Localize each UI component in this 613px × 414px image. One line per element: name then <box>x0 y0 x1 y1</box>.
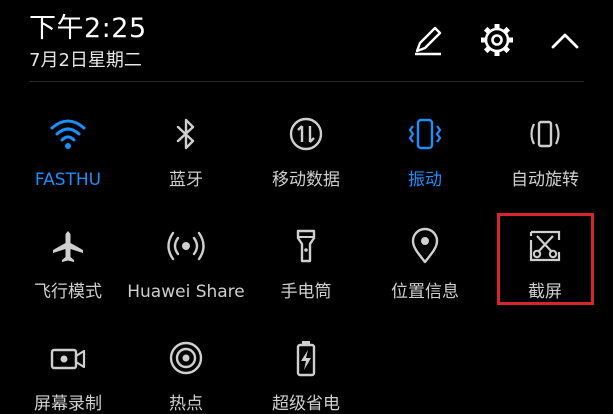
tile-label: 自动旋转 <box>511 170 579 190</box>
tile-label: 振动 <box>408 170 442 190</box>
tile-label: 热点 <box>169 394 203 414</box>
huawei-share-icon <box>166 226 206 266</box>
tile-label: 手电筒 <box>280 282 332 302</box>
airplane-icon <box>48 226 88 266</box>
auto-rotate-icon <box>525 114 565 154</box>
wifi-icon <box>48 114 88 154</box>
tile-label: 飞行模式 <box>34 282 102 302</box>
location-pin-icon <box>405 226 445 266</box>
tile-wifi[interactable]: FASTHU <box>9 114 127 190</box>
header-divider <box>29 81 584 82</box>
tile-label: 移动数据 <box>272 170 340 190</box>
tile-vibrate[interactable]: 振动 <box>366 114 484 190</box>
power-saving-icon <box>286 338 326 378</box>
tile-label: Huawei Share <box>127 282 245 302</box>
tile-label: 蓝牙 <box>169 170 203 190</box>
tile-hotspot[interactable]: 热点 <box>127 338 245 414</box>
settings-gear-icon[interactable] <box>477 20 517 60</box>
tile-mobile-data[interactable]: 移动数据 <box>247 114 365 190</box>
tile-auto-rotate[interactable]: 自动旋转 <box>486 114 604 190</box>
edit-pencil-icon[interactable] <box>408 20 448 60</box>
mobile-data-icon <box>286 114 326 154</box>
status-time: 下午2:25 <box>29 13 147 44</box>
bluetooth-icon <box>166 114 206 154</box>
tile-power-saving[interactable]: 超级省电 <box>247 338 365 414</box>
tile-label: 位置信息 <box>391 282 459 302</box>
tile-huawei-share[interactable]: Huawei Share <box>127 226 245 302</box>
tile-location[interactable]: 位置信息 <box>366 226 484 302</box>
collapse-chevron-up-icon[interactable] <box>545 20 585 60</box>
tile-label: FASTHU <box>34 170 102 190</box>
tile-label: 屏幕录制 <box>34 394 102 414</box>
tile-airplane[interactable]: 飞行模式 <box>9 226 127 302</box>
screen-record-icon <box>48 338 88 378</box>
hotspot-icon <box>166 338 206 378</box>
status-date: 7月2日星期二 <box>29 50 142 71</box>
screenshot-highlight-box <box>497 213 594 305</box>
vibrate-icon <box>405 114 445 154</box>
flashlight-icon <box>286 226 326 266</box>
tile-flashlight[interactable]: 手电筒 <box>247 226 365 302</box>
tile-bluetooth[interactable]: 蓝牙 <box>127 114 245 190</box>
tile-screen-record[interactable]: 屏幕录制 <box>9 338 127 414</box>
tile-label: 超级省电 <box>272 394 340 414</box>
